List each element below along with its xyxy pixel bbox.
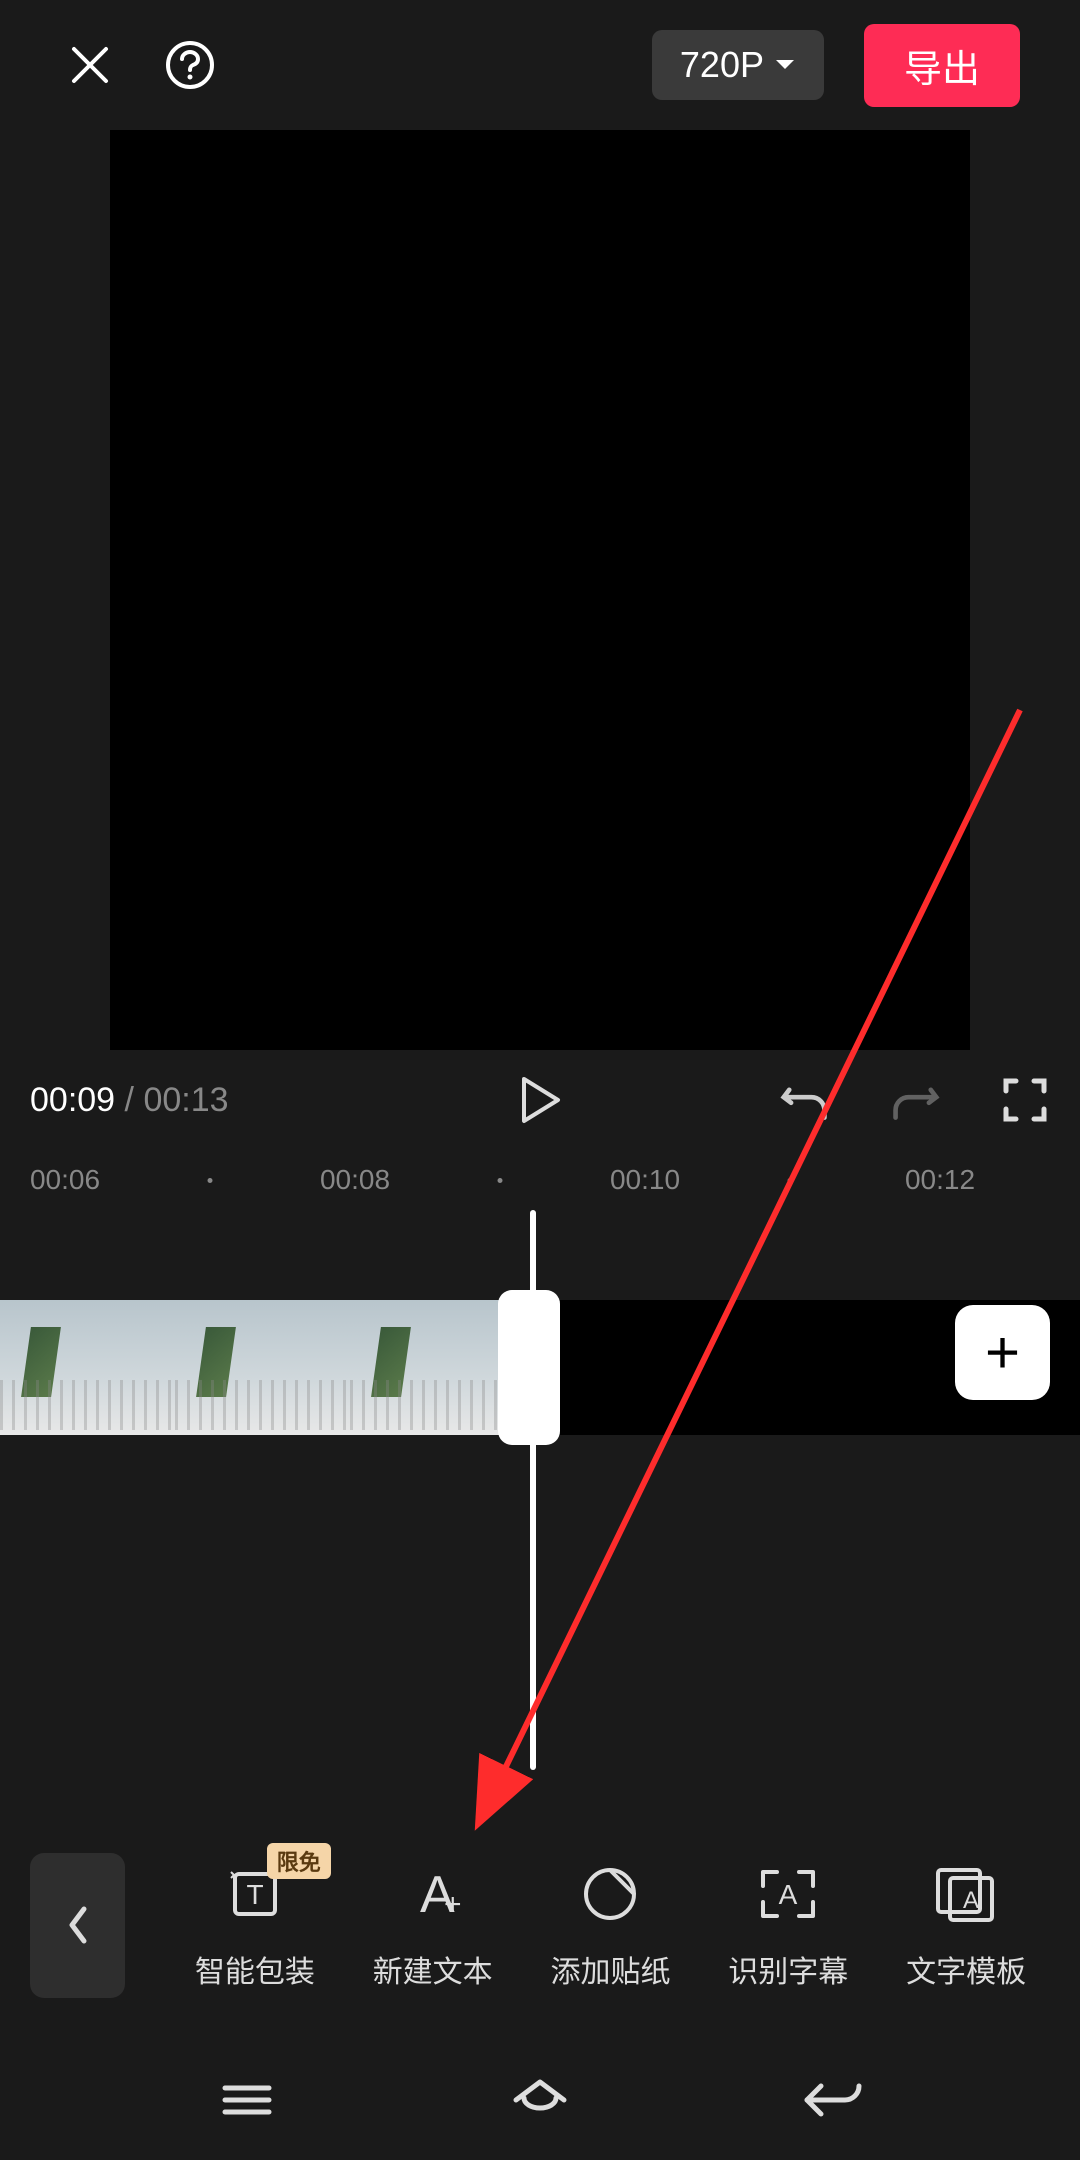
video-preview[interactable] xyxy=(110,130,970,1050)
close-icon xyxy=(66,41,114,89)
fullscreen-button[interactable] xyxy=(1000,1075,1050,1125)
badge-free: 限免 xyxy=(267,1843,331,1879)
clip-edge-handle[interactable] xyxy=(498,1290,560,1445)
time-separator: / xyxy=(115,1081,143,1119)
redo-button[interactable] xyxy=(890,1075,940,1125)
close-button[interactable] xyxy=(60,35,120,95)
tool-label: 识别字幕 xyxy=(728,1947,848,1991)
svg-text:A: A xyxy=(963,1887,979,1914)
plus-icon: + xyxy=(985,1318,1020,1387)
home-icon xyxy=(510,2076,570,2124)
play-icon xyxy=(518,1075,562,1125)
back-button[interactable] xyxy=(30,1853,125,1998)
nav-back-button[interactable] xyxy=(793,2070,873,2130)
ruler-dot xyxy=(788,1178,793,1183)
ruler-mark: 00:08 xyxy=(320,1164,390,1196)
tool-label: 新建文本 xyxy=(373,1947,493,1991)
ruler-mark: 00:06 xyxy=(30,1164,100,1196)
timeline[interactable]: + xyxy=(0,1210,1080,1770)
resolution-label: 720P xyxy=(680,44,764,86)
subtitle-icon: A xyxy=(757,1866,819,1922)
export-button[interactable]: 导出 xyxy=(864,24,1020,107)
help-icon xyxy=(164,39,216,91)
system-nav-bar xyxy=(0,2040,1080,2160)
tool-text-template[interactable]: A 文字模板 xyxy=(882,1859,1050,1991)
play-button[interactable] xyxy=(510,1070,570,1130)
ruler-dot xyxy=(208,1178,213,1183)
tool-new-text[interactable]: A+ 新建文本 xyxy=(349,1859,517,1991)
redo-icon xyxy=(890,1077,940,1123)
timeline-ruler[interactable]: 00:06 00:08 00:10 00:12 xyxy=(0,1150,1080,1210)
add-clip-button[interactable]: + xyxy=(955,1305,1050,1400)
new-text-icon: A+ xyxy=(398,1864,468,1924)
svg-text:+: + xyxy=(444,1888,462,1921)
back-icon xyxy=(801,2078,865,2122)
total-time: 00:13 xyxy=(143,1081,228,1119)
ruler-dot xyxy=(498,1178,503,1183)
nav-menu-button[interactable] xyxy=(207,2070,287,2130)
chevron-left-icon xyxy=(64,1903,92,1947)
nav-home-button[interactable] xyxy=(500,2070,580,2130)
undo-icon xyxy=(780,1077,830,1123)
undo-button[interactable] xyxy=(780,1075,830,1125)
export-label: 导出 xyxy=(904,49,980,91)
tool-subtitle[interactable]: A 识别字幕 xyxy=(704,1859,872,1991)
clip-track[interactable] xyxy=(0,1300,525,1435)
help-button[interactable] xyxy=(160,35,220,95)
chevron-down-icon xyxy=(774,58,796,72)
menu-icon xyxy=(219,2080,275,2120)
current-time: 00:09 xyxy=(30,1081,115,1119)
tool-label: 添加贴纸 xyxy=(550,1947,670,1991)
player-controls: 00:09 / 00:13 xyxy=(0,1050,1080,1150)
tool-smart-pack[interactable]: 限免 T 智能包装 xyxy=(171,1859,339,1991)
svg-text:A: A xyxy=(779,1879,798,1910)
tool-label: 文字模板 xyxy=(906,1947,1026,1991)
time-display: 00:09 / 00:13 xyxy=(30,1081,229,1120)
ruler-mark: 00:10 xyxy=(610,1164,680,1196)
top-bar: 720P 导出 xyxy=(0,0,1080,130)
resolution-button[interactable]: 720P xyxy=(652,30,824,100)
sticker-icon xyxy=(580,1864,640,1924)
ruler-mark: 00:12 xyxy=(905,1164,975,1196)
tool-label: 智能包装 xyxy=(195,1947,315,1991)
fullscreen-icon xyxy=(1002,1077,1048,1123)
clip-thumbnail[interactable] xyxy=(175,1300,350,1435)
tool-sticker[interactable]: 添加贴纸 xyxy=(527,1859,695,1991)
bottom-toolbar: 限免 T 智能包装 A+ 新建文本 添加贴纸 A 识别字幕 A 文字模板 xyxy=(0,1810,1080,2040)
clip-thumbnail[interactable] xyxy=(0,1300,175,1435)
text-template-icon: A xyxy=(934,1866,998,1922)
svg-text:T: T xyxy=(246,1879,263,1910)
